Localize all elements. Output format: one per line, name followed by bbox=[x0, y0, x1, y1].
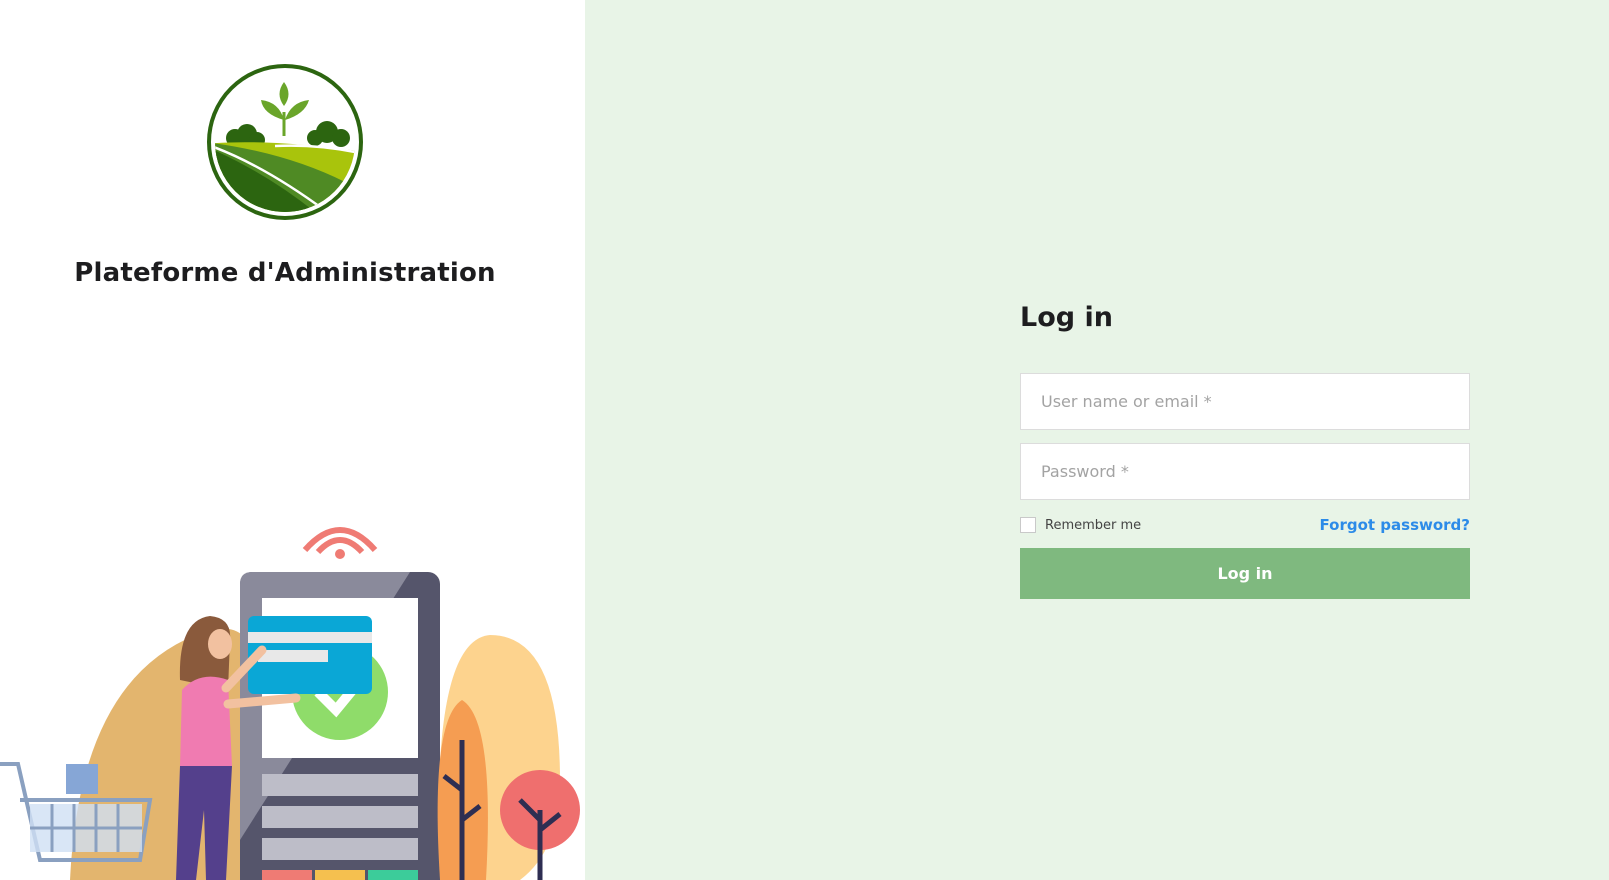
remember-me-option[interactable]: Remember me bbox=[1020, 517, 1142, 534]
login-options-row: Remember me Forgot password? bbox=[1020, 512, 1470, 538]
shopping-payment-illustration bbox=[0, 527, 580, 880]
password-input[interactable] bbox=[1020, 443, 1470, 501]
login-panel: Log in Remember me Forgot password? Log … bbox=[585, 0, 1609, 880]
branding-panel: Plateforme d'Administration bbox=[0, 0, 585, 880]
login-form: Log in Remember me Forgot password? Log … bbox=[1020, 300, 1470, 600]
login-title: Log in bbox=[1020, 302, 1113, 333]
remember-me-checkbox[interactable] bbox=[1020, 517, 1036, 534]
remember-me-label: Remember me bbox=[1045, 517, 1142, 533]
forgot-password-link[interactable]: Forgot password? bbox=[1320, 516, 1471, 534]
login-button[interactable]: Log in bbox=[1020, 548, 1470, 600]
username-input[interactable] bbox=[1020, 373, 1470, 431]
farm-logo-icon bbox=[207, 64, 363, 220]
app-title: Plateforme d'Administration bbox=[74, 258, 496, 288]
